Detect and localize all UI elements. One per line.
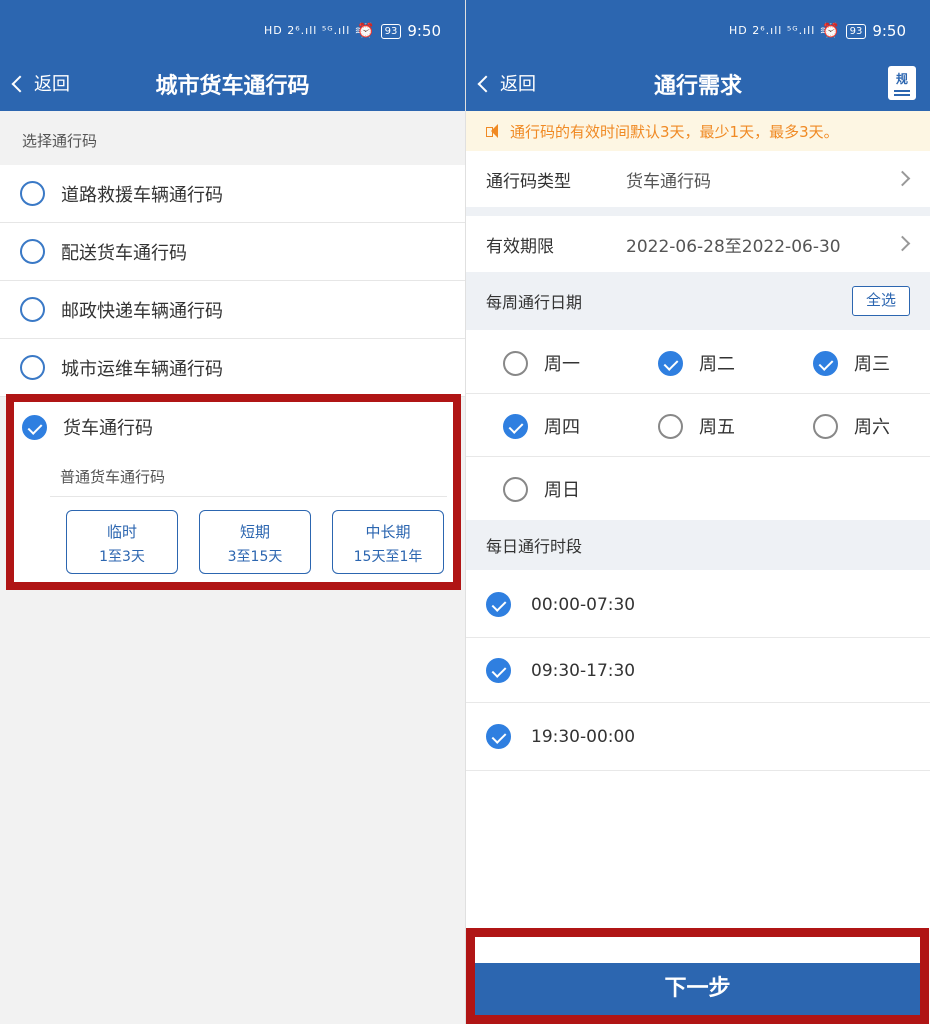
pass-option-truck[interactable]: 货车通行码 [22,414,153,440]
day-thursday[interactable]: 周四 [503,413,580,439]
radio-icon [20,239,45,264]
radio-icon [20,181,45,206]
status-bar: HD 2⁶.ıll ⁵ᴳ.ıll ≋ ⏰ 93 9:50 [466,20,930,50]
section-label: 每日通行时段 [486,537,583,556]
next-step-button[interactable]: 下一步 [475,963,920,1015]
day-sunday[interactable]: 周日 [503,476,580,502]
option-label: 货车通行码 [63,418,153,439]
time-slot-3[interactable]: 19:30-00:00 [486,724,635,749]
battery-icon: 93 [380,23,402,39]
row-label: 有效期限 [486,236,554,257]
top-bar: HD 2⁶.ıll ⁵ᴳ.ıll ≋ ⏰ 93 9:50 返回 城市货车通行码 [0,0,465,111]
day-wednesday[interactable]: 周三 [813,350,890,376]
checked-radio-icon [658,350,683,376]
duration-name: 短期 [239,523,270,541]
pass-option-rescue[interactable]: 道路救援车辆通行码 [0,165,465,223]
option-label: 邮政快递车辆通行码 [61,300,223,322]
option-label: 配送货车通行码 [61,242,187,264]
radio-icon [658,413,683,439]
pass-option-postal[interactable]: 邮政快递车辆通行码 [0,281,465,339]
notice-bar: 通行码的有效时间默认3天，最少1天，最多3天。 [466,111,930,151]
pass-type-row[interactable]: 通行码类型 货车通行码 [466,151,930,207]
checked-radio-icon [486,592,511,617]
pass-type-list: 道路救援车辆通行码 配送货车通行码 邮政快递车辆通行码 城市运维车辆通行码 [0,165,465,397]
checked-radio-icon [813,350,838,376]
page-title: 城市货车通行码 [155,74,310,99]
top-bar: HD 2⁶.ıll ⁵ᴳ.ıll ≋ ⏰ 93 9:50 返回 通行需求 规 [466,0,930,111]
time-slot-2[interactable]: 09:30-17:30 [486,658,635,683]
day-tuesday[interactable]: 周二 [658,350,735,376]
clock: 9:50 [407,22,441,40]
status-bar: HD 2⁶.ıll ⁵ᴳ.ıll ≋ ⏰ 93 9:50 [0,20,465,50]
option-subtitle: 普通货车通行码 [60,468,166,486]
checked-radio-icon [486,658,511,683]
signal-icons: HD 2⁶.ıll ⁵ᴳ.ıll ≋ [264,24,365,37]
selected-pass-card: 货车通行码 普通货车通行码 临时 1至3天 短期 3至15天 中长期 15天至1… [6,394,461,590]
duration-range: 1至3天 [99,549,145,565]
radio-icon [503,476,528,502]
duration-name: 临时 [106,523,137,541]
signal-icons: HD 2⁶.ıll ⁵ᴳ.ıll ≋ [729,24,830,37]
duration-range: 15天至1年 [353,549,423,565]
checked-radio-icon [22,414,47,440]
alarm-icon: ⏰ [357,23,375,39]
chevron-right-icon [894,170,911,187]
page-title: 通行需求 [653,74,742,99]
pass-option-delivery[interactable]: 配送货车通行码 [0,223,465,281]
radio-icon [813,413,838,439]
day-saturday[interactable]: 周六 [813,413,890,439]
day-monday[interactable]: 周一 [503,350,580,376]
pass-option-maintenance[interactable]: 城市运维车辆通行码 [0,339,465,397]
duration-short-button[interactable]: 短期 3至15天 [199,510,311,574]
duration-range: 3至15天 [227,549,283,565]
weekly-days-header: 每周通行日期 全选 [466,272,930,330]
checked-radio-icon [486,724,511,749]
validity-period-row[interactable]: 有效期限 2022-06-28至2022-06-30 [466,216,930,272]
next-highlight-frame: 下一步 [466,928,929,1024]
chevron-right-icon [894,235,911,252]
speaker-icon [486,124,500,138]
radio-icon [503,350,528,376]
daily-time-header: 每日通行时段 [466,520,930,570]
radio-icon [20,355,45,380]
row-value: 货车通行码 [626,171,711,192]
alarm-icon: ⏰ [822,23,840,39]
time-slot-1[interactable]: 00:00-07:30 [486,592,635,617]
right-screen: HD 2⁶.ıll ⁵ᴳ.ıll ≋ ⏰ 93 9:50 返回 通行需求 规 通… [465,0,930,1024]
row-value: 2022-06-28至2022-06-30 [626,236,841,257]
option-label: 城市运维车辆通行码 [61,358,223,380]
divider [50,496,447,497]
notice-text: 通行码的有效时间默认3天，最少1天，最多3天。 [510,122,839,141]
battery-icon: 93 [845,23,867,39]
left-screen: HD 2⁶.ıll ⁵ᴳ.ıll ≋ ⏰ 93 9:50 返回 城市货车通行码 … [0,0,465,1024]
checked-radio-icon [503,413,528,439]
rules-doc-icon: 规 [895,72,908,86]
option-label: 道路救援车辆通行码 [61,184,223,206]
duration-name: 中长期 [365,523,411,541]
row-label: 通行码类型 [486,171,571,192]
clock: 9:50 [872,22,906,40]
radio-icon [20,297,45,322]
duration-temporary-button[interactable]: 临时 1至3天 [66,510,178,574]
select-all-button[interactable]: 全选 [852,286,910,316]
section-label: 选择通行码 [22,132,98,150]
day-friday[interactable]: 周五 [658,413,735,439]
section-label: 每周通行日期 [486,293,583,312]
rules-doc-button[interactable]: 规 [888,66,916,100]
duration-long-button[interactable]: 中长期 15天至1年 [332,510,444,574]
